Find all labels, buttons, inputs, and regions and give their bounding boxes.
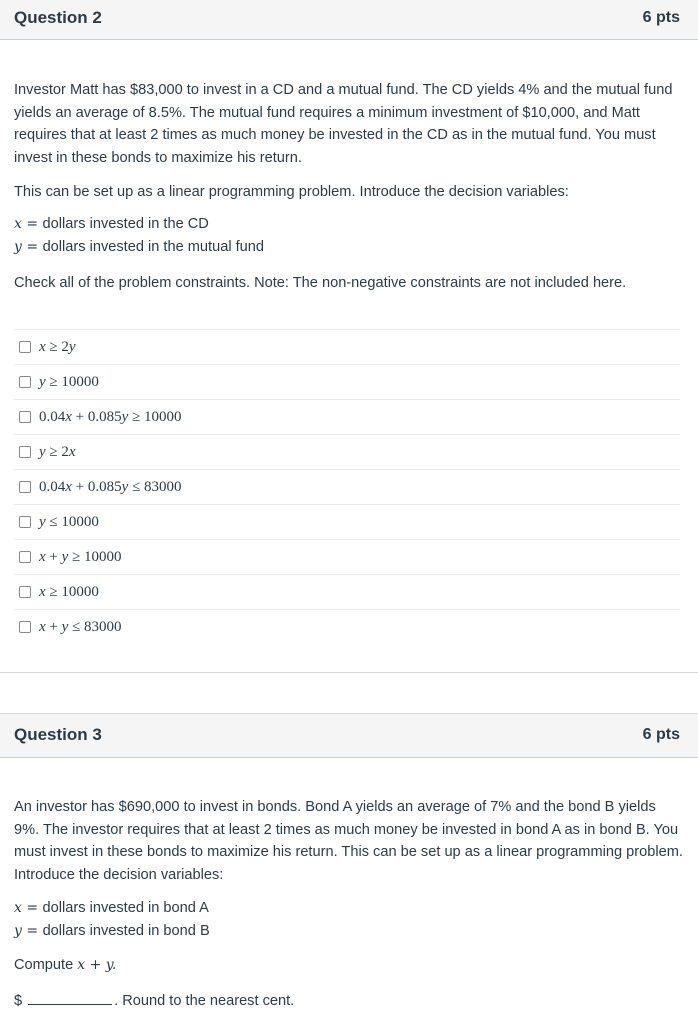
answer-suffix: . Round to the nearest cent. [114,993,295,1009]
answer-input[interactable] [28,990,113,1005]
variable-symbol: y [14,923,22,939]
checkbox[interactable] [19,341,31,353]
constraint-option[interactable]: y ≤ 10000 [14,504,680,539]
constraint-option[interactable]: x + y ≤ 83000 [14,609,680,644]
variable-symbol: x [14,900,22,916]
option-label: y ≥ 2x [39,443,76,460]
option-label: x ≥ 2y [39,338,76,355]
answer-row: $ . Round to the nearest cent. [14,990,294,1009]
compute-label: Compute [14,957,78,973]
setup-text: This can be set up as a linear programmi… [14,184,569,200]
variable-definition-x: x = dollars invested in the CD [14,216,209,232]
question-divider [0,672,698,673]
constraint-option[interactable]: y ≥ 10000 [14,364,680,399]
variable-description: dollars invested in bond A [42,900,209,916]
variable-symbol: y [14,239,22,255]
checkbox[interactable] [19,411,31,423]
constraint-option[interactable]: 0.04x + 0.085y ≥ 10000 [14,399,680,434]
option-label: x ≥ 10000 [39,583,99,600]
checkbox[interactable] [19,516,31,528]
option-label: y ≥ 10000 [39,373,99,390]
checkbox[interactable] [19,621,31,633]
constraint-option[interactable]: 0.04x + 0.085y ≤ 83000 [14,469,680,504]
constraint-option[interactable]: x + y ≥ 10000 [14,539,680,574]
option-label: 0.04x + 0.085y ≥ 10000 [39,408,182,425]
question-body: Investor Matt has $83,000 to invest in a… [14,82,673,166]
equals-sign: = [21,900,43,916]
question-3-header: Question 3 6 pts [0,713,698,758]
dollar-prefix: $ [14,993,23,1009]
variable-description: dollars invested in the mutual fund [42,239,265,255]
constraint-options-list: x ≥ 2y y ≥ 10000 0.04x + 0.085y ≥ 10000 … [14,329,680,644]
equals-sign: = [21,239,43,255]
equals-sign: = [21,216,43,232]
question-title: Question 3 [14,725,102,744]
checkbox[interactable] [19,446,31,458]
variable-symbol: x [14,216,22,232]
variable-definition-x: x = dollars invested in bond A [14,900,209,916]
checkbox[interactable] [19,586,31,598]
checkbox[interactable] [19,376,31,388]
constraint-option[interactable]: x ≥ 10000 [14,574,680,609]
constraint-option[interactable]: y ≥ 2x [14,434,680,469]
compute-expression: x + y. [77,957,117,973]
question-points: 6 pts [642,9,680,26]
instruction-text: Check all of the problem constraints. No… [14,275,627,291]
equals-sign: = [21,923,43,939]
variable-description: dollars invested in the CD [42,216,209,232]
option-label: x + y ≤ 83000 [39,618,122,635]
variable-description: dollars invested in bond B [42,923,210,939]
question-title: Question 2 [14,8,102,27]
variable-definition-y: y = dollars invested in the mutual fund [14,239,264,255]
constraint-option[interactable]: x ≥ 2y [14,329,680,364]
compute-instruction: Compute x + y. [14,957,116,973]
option-label: y ≤ 10000 [39,513,99,530]
option-label: x + y ≥ 10000 [39,548,122,565]
checkbox[interactable] [19,551,31,563]
question-body: An investor has $690,000 to invest in bo… [14,799,683,883]
question-points: 6 pts [642,726,680,743]
checkbox[interactable] [19,481,31,493]
option-label: 0.04x + 0.085y ≤ 83000 [39,478,182,495]
variable-definition-y: y = dollars invested in bond B [14,923,210,939]
question-2-header: Question 2 6 pts [0,0,698,40]
